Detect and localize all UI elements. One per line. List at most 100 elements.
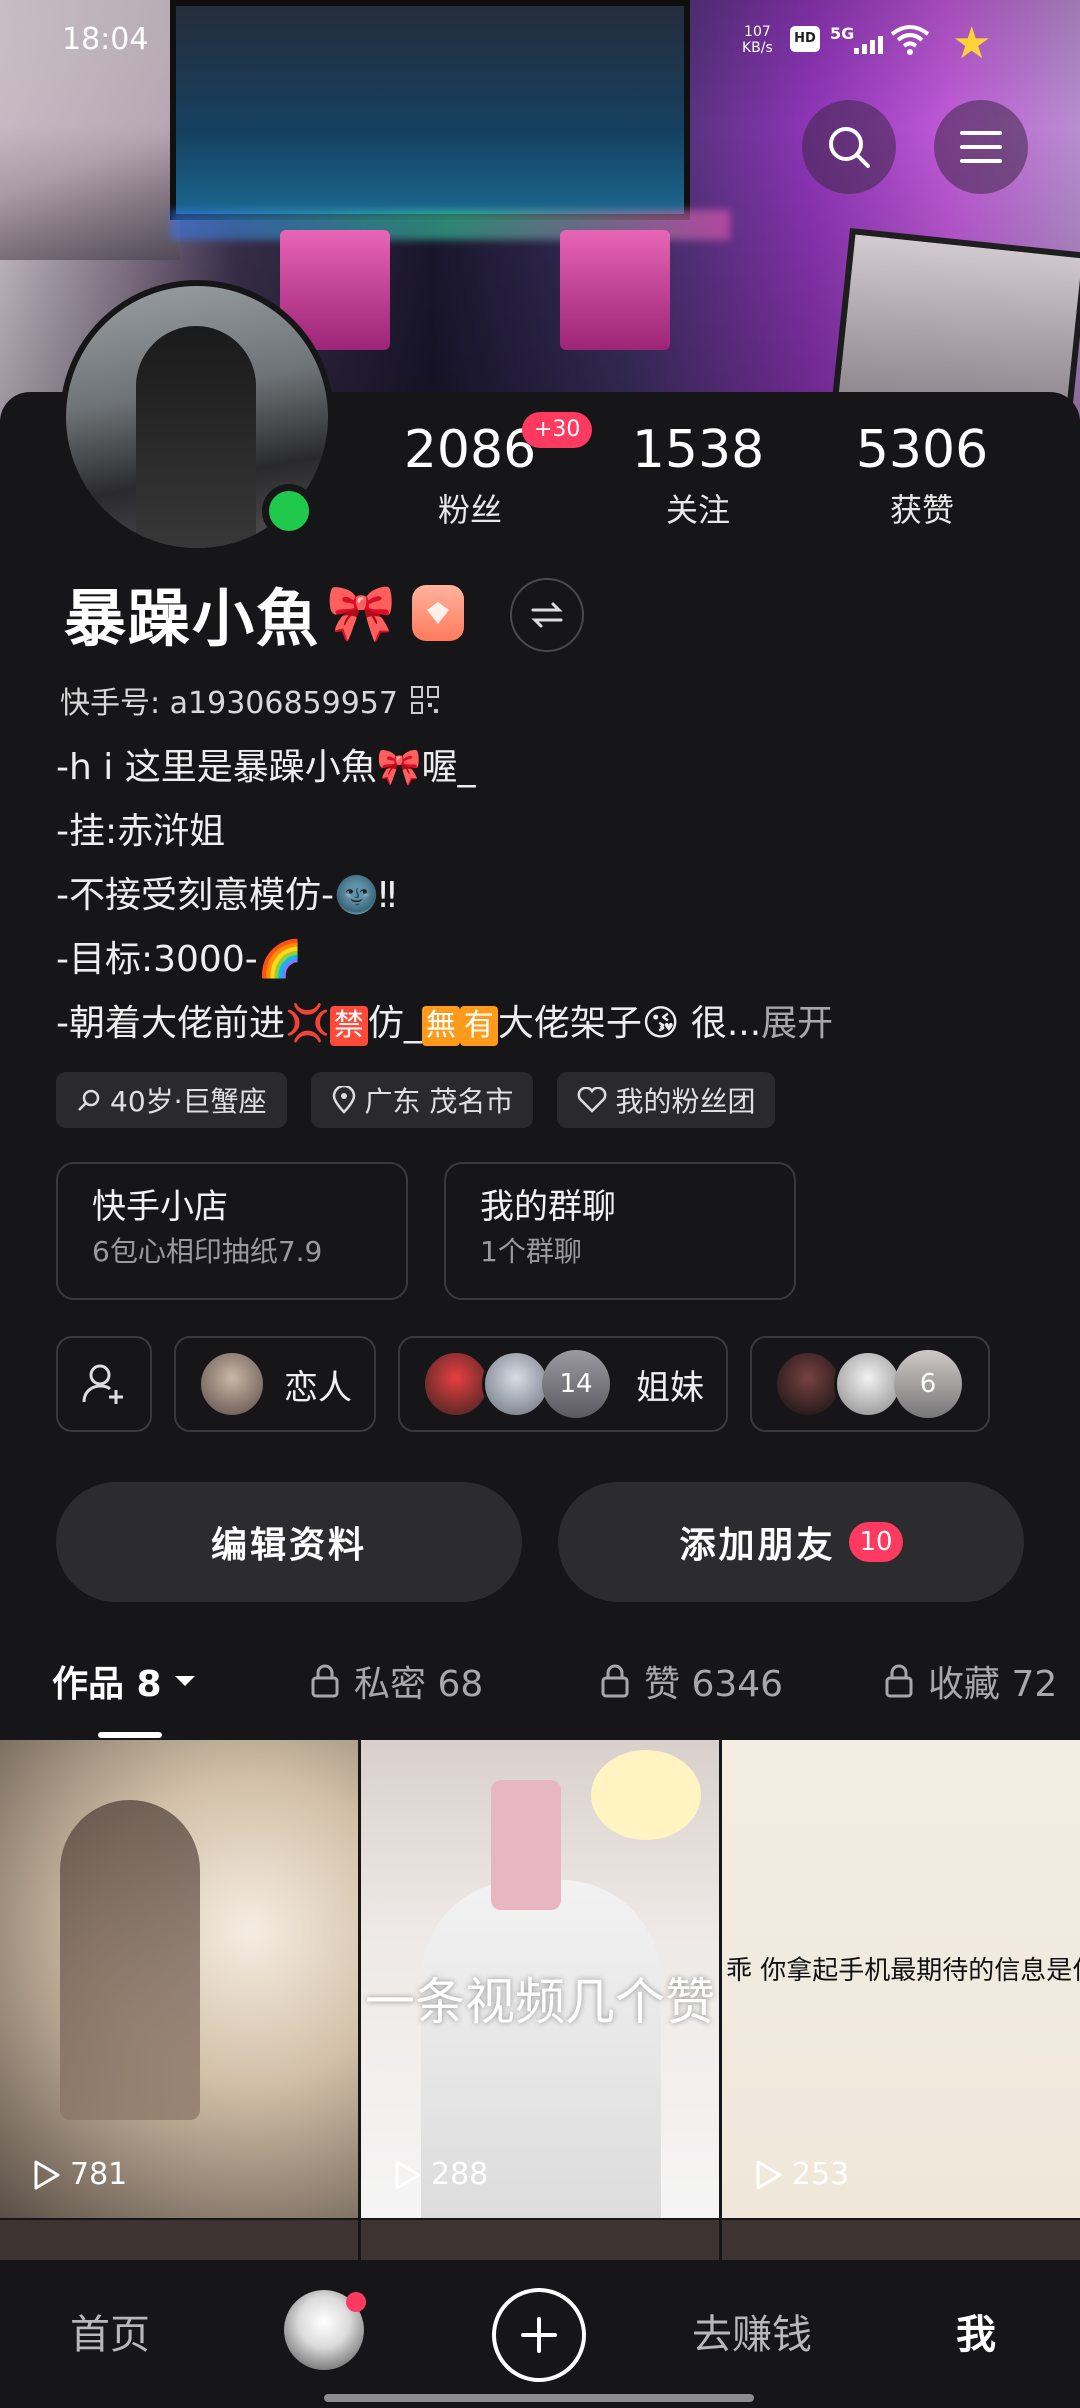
kuaishou-id-text: 快手号: a19306859957 <box>60 686 398 721</box>
video-views: 253 <box>750 2157 849 2192</box>
stat-following[interactable]: 1538 关注 <box>608 418 788 532</box>
video-grid: 781 一条视频几个赞 288 乖 你拿起手机最期待的信息是什 253 <box>0 1740 1080 2220</box>
profile-tags: 40岁·巨蟹座 广东 茂名市 我的粉丝团 <box>56 1072 776 1128</box>
group-chat-title: 我的群聊 <box>480 1187 616 1227</box>
tag-fan-group[interactable]: 我的粉丝团 <box>557 1072 776 1128</box>
stat-following-value: 1538 <box>631 420 765 480</box>
relationship-groups: 恋人 14 姐妹 6 <box>56 1336 990 1432</box>
bottom-nav: 首页 去赚钱 我 <box>0 2262 1080 2408</box>
menu-button[interactable] <box>934 100 1028 194</box>
content-tabs: 作品 8 私密 68 赞 6346 收藏 72 <box>0 1646 1080 1746</box>
kuaishou-id[interactable]: 快手号: a19306859957 <box>60 678 440 722</box>
bio-line-5-part-c: 仿_ <box>367 1003 422 1044</box>
group-more[interactable]: 6 <box>750 1336 990 1432</box>
location-pin-icon <box>332 1086 355 1114</box>
tab-favorites[interactable]: 收藏 72 <box>884 1646 1080 1716</box>
group-chat-subtitle: 1个群聊 <box>480 1235 582 1268</box>
profile-bio[interactable]: -h i 这里是暴躁小魚🎀喔_ -挂:赤浒姐 -不接受刻意模仿-🌚‼ -目标:3… <box>56 736 1016 1056</box>
stat-likes[interactable]: 5306 获赞 <box>832 418 1012 532</box>
tab-works-label: 作品 8 <box>52 1664 162 1705</box>
shop-card-subtitle: 6包心相印抽纸7.9 <box>92 1235 323 1268</box>
net-speed: 107 KB/s <box>742 24 773 56</box>
bio-line-5-part-f: 大佬架子😘 很... <box>497 1003 762 1044</box>
group-avatar <box>834 1350 902 1418</box>
hd-icon: HD <box>790 26 820 52</box>
video-views-count: 288 <box>431 2157 489 2192</box>
tag-location[interactable]: 广东 茂名市 <box>310 1072 534 1128</box>
video-thumbnail[interactable] <box>361 2220 719 2260</box>
heart-icon <box>577 1087 607 1113</box>
gender-icon <box>78 1089 100 1111</box>
tag-age-zodiac-label: 40岁·巨蟹座 <box>110 1085 267 1118</box>
tab-favorites-label: 收藏 72 <box>928 1664 1058 1705</box>
play-icon <box>34 2160 60 2189</box>
profile-name-row: 暴躁小魚 🎀 <box>64 572 464 655</box>
group-lovers[interactable]: 恋人 <box>174 1336 376 1432</box>
group-sisters-label: 姐妹 <box>636 1367 704 1408</box>
add-person-icon <box>82 1364 123 1404</box>
tab-active-indicator <box>98 1732 162 1738</box>
bio-line-4: -目标:3000-🌈 <box>56 939 303 980</box>
lock-icon <box>601 1664 629 1698</box>
bio-chip-none: 無 <box>421 1006 460 1046</box>
play-icon <box>756 2160 782 2189</box>
shop-card[interactable]: 快手小店 6包心相印抽纸7.9 <box>56 1162 408 1300</box>
add-relationship-button[interactable] <box>56 1336 152 1432</box>
feature-cards: 快手小店 6包心相印抽纸7.9 我的群聊 1个群聊 <box>56 1162 796 1300</box>
add-friend-button[interactable]: 添加朋友 10 <box>558 1482 1024 1602</box>
nav-earn[interactable]: 去赚钱 <box>692 2302 812 2360</box>
search-icon <box>829 127 870 168</box>
bio-expand-link[interactable]: 展开 <box>761 1003 833 1044</box>
plus-icon <box>521 2317 557 2353</box>
bio-chip-have: 有 <box>459 1006 498 1046</box>
bio-line-3: -不接受刻意模仿-🌚‼ <box>56 875 397 916</box>
stat-likes-label: 获赞 <box>889 491 954 529</box>
tag-location-label: 广东 茂名市 <box>364 1085 514 1118</box>
tab-private[interactable]: 私密 68 <box>310 1646 483 1716</box>
search-button[interactable] <box>802 100 896 194</box>
video-thumbnail[interactable] <box>0 2220 358 2260</box>
group-sisters-count: 14 <box>542 1350 610 1418</box>
stat-fans-label: 粉丝 <box>437 491 502 529</box>
tag-age-zodiac[interactable]: 40岁·巨蟹座 <box>56 1072 287 1128</box>
create-button[interactable] <box>492 2288 586 2382</box>
bow-emoji: 🎀 <box>326 581 396 646</box>
swap-icon <box>531 602 563 628</box>
group-more-count: 6 <box>894 1350 962 1418</box>
online-status-dot <box>262 484 316 538</box>
qr-code-icon[interactable] <box>410 685 440 715</box>
stat-following-label: 关注 <box>665 491 730 529</box>
lock-icon <box>885 1664 913 1698</box>
group-avatar <box>198 1350 266 1418</box>
tab-liked[interactable]: 赞 6346 <box>600 1646 783 1716</box>
chevron-down-icon <box>174 1676 195 1686</box>
switch-account-button[interactable] <box>510 578 584 652</box>
wifi-icon <box>890 25 930 55</box>
tab-works[interactable]: 作品 8 <box>52 1646 198 1716</box>
add-friend-badge: 10 <box>849 1522 903 1562</box>
lock-icon <box>311 1664 339 1698</box>
bio-chip-forbid: 禁 <box>329 1006 368 1046</box>
group-avatar <box>482 1350 550 1418</box>
tag-fan-group-label: 我的粉丝团 <box>615 1085 756 1118</box>
signal-icon <box>854 36 884 54</box>
net-speed-unit: KB/s <box>742 40 773 56</box>
video-thumbnail[interactable] <box>722 2220 1080 2260</box>
nav-home[interactable]: 首页 <box>70 2302 150 2360</box>
video-thumbnail[interactable]: 乖 你拿起手机最期待的信息是什 253 <box>722 1740 1080 2218</box>
edit-profile-button[interactable]: 编辑资料 <box>56 1482 522 1602</box>
bio-line-5: -朝着大佬前进💢 禁仿_ 無有大佬架子😘 很...展开 <box>56 992 1016 1056</box>
medal-icon[interactable] <box>411 585 464 641</box>
video-thumbnail[interactable]: 781 <box>0 1740 358 2218</box>
star-icon: ★ <box>952 18 992 69</box>
nav-me[interactable]: 我 <box>956 2302 996 2360</box>
bio-line-5-part-a: -朝着大佬前进💢 <box>56 1003 330 1044</box>
profile-actions: 编辑资料 添加朋友 10 <box>56 1482 1024 1602</box>
group-chat-card[interactable]: 我的群聊 1个群聊 <box>444 1162 796 1300</box>
tab-liked-label: 赞 6346 <box>644 1664 784 1705</box>
group-sisters[interactable]: 14 姐妹 <box>398 1336 728 1432</box>
video-thumbnail[interactable]: 一条视频几个赞 288 <box>361 1740 719 2218</box>
menu-icon <box>960 131 1002 163</box>
stat-likes-value: 5306 <box>855 420 989 480</box>
home-indicator <box>324 2394 754 2402</box>
